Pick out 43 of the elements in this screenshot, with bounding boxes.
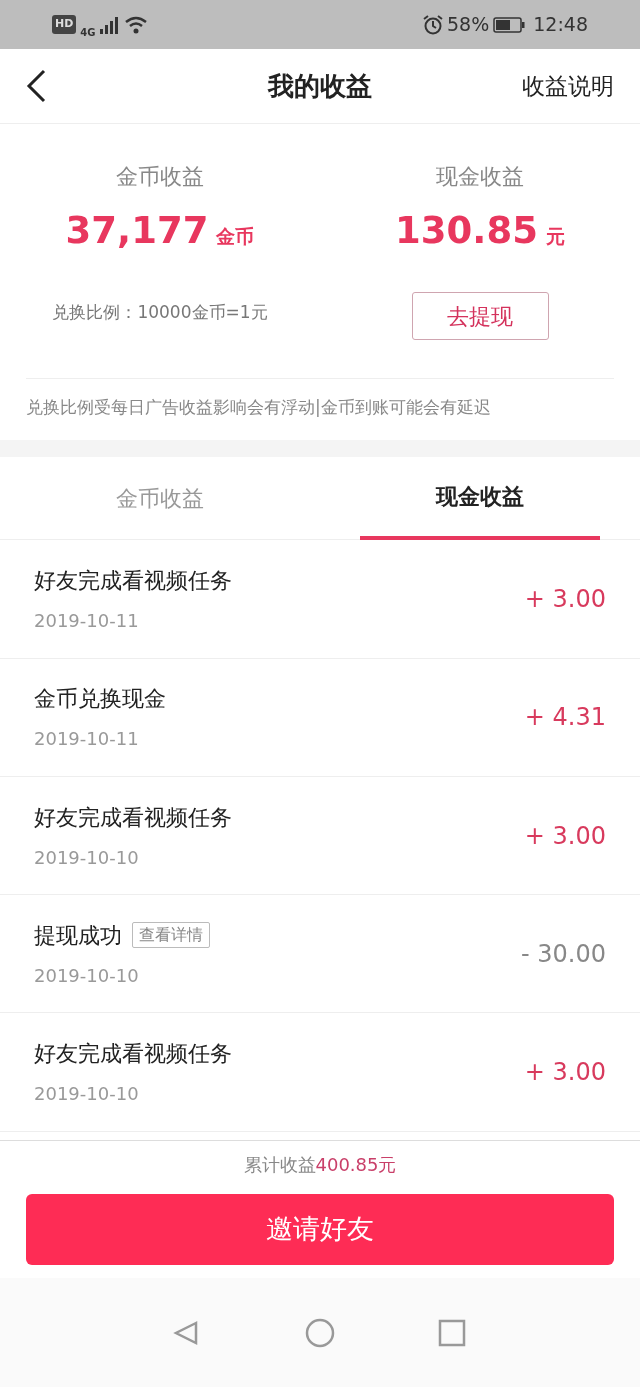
summary-label: 现金收益 <box>435 162 525 191</box>
record-date: 2019-10-10 <box>34 1081 140 1106</box>
tab[interactable]: 金币收益 <box>40 457 280 541</box>
exchange-ratio: 兑换比例：10000金币=1元 <box>52 302 268 323</box>
signal-icon <box>99 15 120 34</box>
invite-button[interactable]: 邀请好友 <box>26 1193 614 1265</box>
page-title: 我的收益 <box>268 69 372 103</box>
details-button[interactable]: 查看详情 <box>132 922 210 949</box>
withdraw-button[interactable]: 去提现 <box>411 292 549 341</box>
home-button[interactable] <box>304 1316 336 1349</box>
total-amount: 400.85元 <box>315 1152 397 1177</box>
tab[interactable]: 现金收益 <box>360 457 600 541</box>
record-date: 2019-10-10 <box>34 963 140 988</box>
record-date: 2019-10-11 <box>34 727 140 752</box>
record-amount: + 3.00 <box>524 584 606 616</box>
hd-indicator: HD <box>52 15 77 34</box>
battery-percent: 58% <box>447 12 490 38</box>
alarm-icon <box>423 14 443 35</box>
battery-icon <box>493 16 526 33</box>
record-amount: + 3.00 <box>524 820 606 852</box>
record-title: 好友完成看视频任务 <box>34 803 232 832</box>
back-icon <box>26 69 46 104</box>
unit-label: 元 <box>545 223 565 249</box>
record-title: 好友完成看视频任务 <box>34 1039 232 1068</box>
help-link[interactable]: 收益说明 <box>522 68 614 104</box>
cash-amount: 130.85 <box>395 207 538 254</box>
clock: 12:48 <box>533 12 588 38</box>
record-title: 提现成功 <box>34 921 122 950</box>
record-title: 金币兑换现金 <box>34 685 166 714</box>
record-date: 2019-10-11 <box>34 609 140 634</box>
record-title: 好友完成看视频任务 <box>34 567 232 596</box>
notice-text: 兑换比例受每日广告收益影响会有浮动|金币到账可能会有延迟 <box>26 397 491 418</box>
record-date: 2019-10-10 <box>34 845 140 870</box>
record-amount: + 3.00 <box>524 1056 606 1088</box>
unit-label: 金币 <box>216 223 255 249</box>
record-amount: + 4.31 <box>524 702 606 734</box>
network-type: 4G <box>80 27 96 38</box>
coin-amount: 37,177 <box>65 207 209 254</box>
record-amount: - 30.00 <box>521 938 606 970</box>
summary-label: 金币收益 <box>115 162 205 191</box>
total-label: 累计收益 <box>243 1152 316 1177</box>
wifi-icon <box>123 15 148 34</box>
back-button[interactable] <box>26 69 46 104</box>
